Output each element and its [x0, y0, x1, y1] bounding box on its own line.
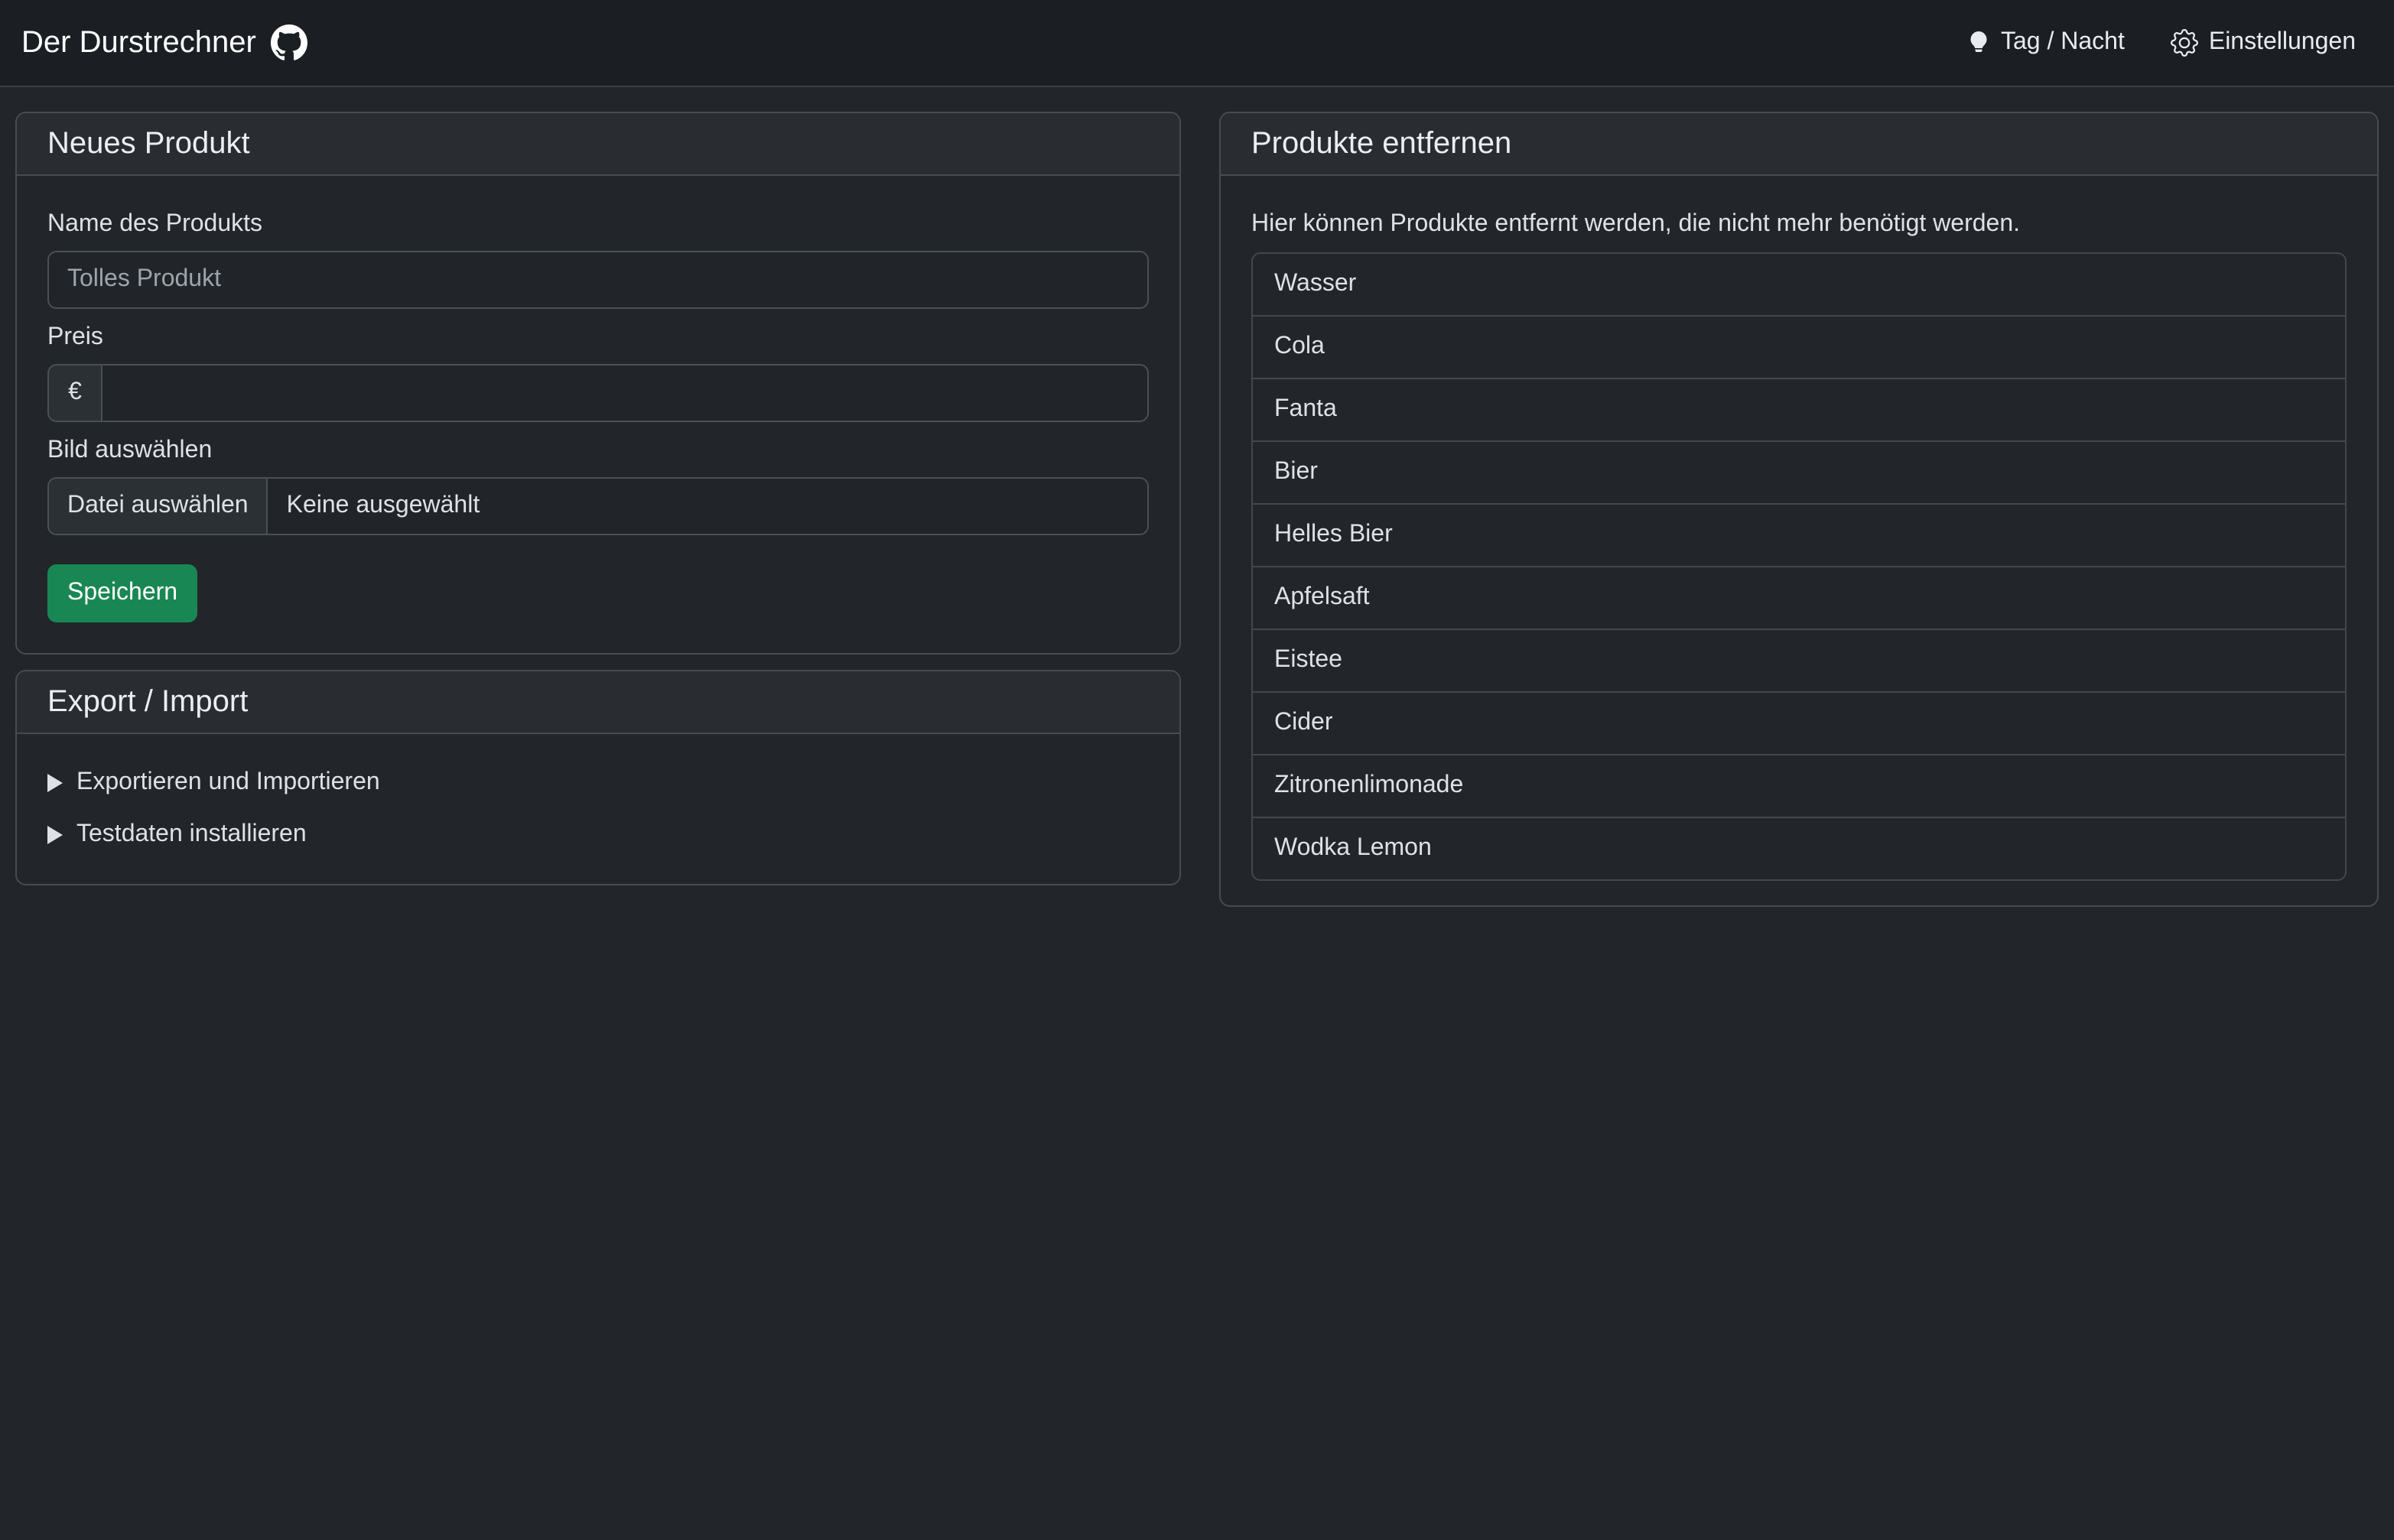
product-list-item[interactable]: Bier [1253, 440, 2345, 503]
collapsible-section-toggle[interactable]: Testdaten installieren [47, 817, 1149, 853]
product-name-label: Name des Produkts [47, 206, 1149, 243]
app-title: Der Durstrechner [21, 24, 256, 61]
product-list-item[interactable]: Cola [1253, 315, 2345, 378]
new-product-title: Neues Produkt [47, 125, 1149, 162]
new-product-card: Neues Produkt Name des Produkts Preis € [15, 112, 1181, 655]
product-name-field: Name des Produkts [47, 206, 1149, 309]
github-icon [272, 24, 308, 61]
gear-icon [2171, 29, 2198, 57]
product-list-item[interactable]: Helles Bier [1253, 503, 2345, 566]
settings-link[interactable]: Einstellungen [2171, 29, 2356, 57]
product-list-item[interactable]: Eistee [1253, 629, 2345, 691]
navbar-menu: Tag / Nacht Einstellungen [1967, 28, 2356, 58]
image-file-input[interactable]: Datei auswählen Keine ausgewählt [47, 477, 1149, 535]
theme-toggle-label: Tag / Nacht [2001, 29, 2125, 57]
theme-toggle-link[interactable]: Tag / Nacht [1967, 28, 2125, 58]
lightbulb-icon [1967, 28, 1990, 58]
new-product-card-header: Neues Produkt [17, 113, 1179, 176]
product-list-item[interactable]: Cider [1253, 691, 2345, 754]
collapsed-triangle-icon [47, 826, 63, 844]
export-import-card-body: Exportieren und Importieren Testdaten in… [17, 734, 1179, 884]
navbar: Der Durstrechner Tag / Nacht E [0, 0, 2394, 87]
right-column: Produkte entfernen Hier können Produkte … [1219, 112, 2379, 907]
new-product-card-body: Name des Produkts Preis € Bild auswählen [17, 176, 1179, 653]
main-content: Neues Produkt Name des Produkts Preis € [0, 87, 2394, 907]
collapsible-section-label: Exportieren und Importieren [76, 765, 380, 801]
export-import-card-header: Export / Import [17, 671, 1179, 734]
remove-products-title: Produkte entfernen [1251, 125, 2347, 162]
remove-products-description: Hier können Produkte entfernt werden, di… [1251, 206, 2347, 243]
product-list: WasserColaFantaBierHelles BierApfelsaftE… [1251, 252, 2347, 881]
export-import-title: Export / Import [47, 684, 1149, 720]
app-root: Der Durstrechner Tag / Nacht E [0, 0, 2394, 1540]
collapsible-section-toggle[interactable]: Exportieren und Importieren [47, 765, 1149, 801]
navbar-brand: Der Durstrechner [21, 24, 308, 61]
price-label: Preis [47, 320, 1149, 356]
file-choose-button[interactable]: Datei auswählen [49, 479, 268, 534]
product-name-input[interactable] [47, 251, 1149, 309]
remove-products-card-header: Produkte entfernen [1221, 113, 2377, 176]
product-list-item[interactable]: Wodka Lemon [1253, 817, 2345, 879]
product-list-item[interactable]: Apfelsaft [1253, 566, 2345, 629]
settings-label: Einstellungen [2209, 29, 2356, 57]
price-field: Preis € [47, 320, 1149, 422]
product-list-item[interactable]: Zitronenlimonade [1253, 754, 2345, 817]
product-list-item[interactable]: Fanta [1253, 378, 2345, 440]
export-import-card: Export / Import Exportieren und Importie… [15, 670, 1181, 885]
collapsed-triangle-icon [47, 774, 63, 792]
product-list-item[interactable]: Wasser [1253, 254, 2345, 315]
remove-products-card: Produkte entfernen Hier können Produkte … [1219, 112, 2379, 907]
image-field: Bild auswählen Datei auswählen Keine aus… [47, 433, 1149, 535]
price-input-group: € [47, 364, 1149, 422]
price-input[interactable] [101, 364, 1149, 422]
remove-products-card-body: Hier können Produkte entfernt werden, di… [1221, 176, 2377, 905]
github-link[interactable] [272, 24, 308, 61]
save-button[interactable]: Speichern [47, 564, 197, 622]
image-label: Bild auswählen [47, 433, 1149, 469]
file-status-text: Keine ausgewählt [268, 479, 499, 534]
currency-prefix: € [47, 364, 101, 422]
left-column: Neues Produkt Name des Produkts Preis € [15, 112, 1181, 885]
collapsible-section-label: Testdaten installieren [76, 817, 307, 853]
